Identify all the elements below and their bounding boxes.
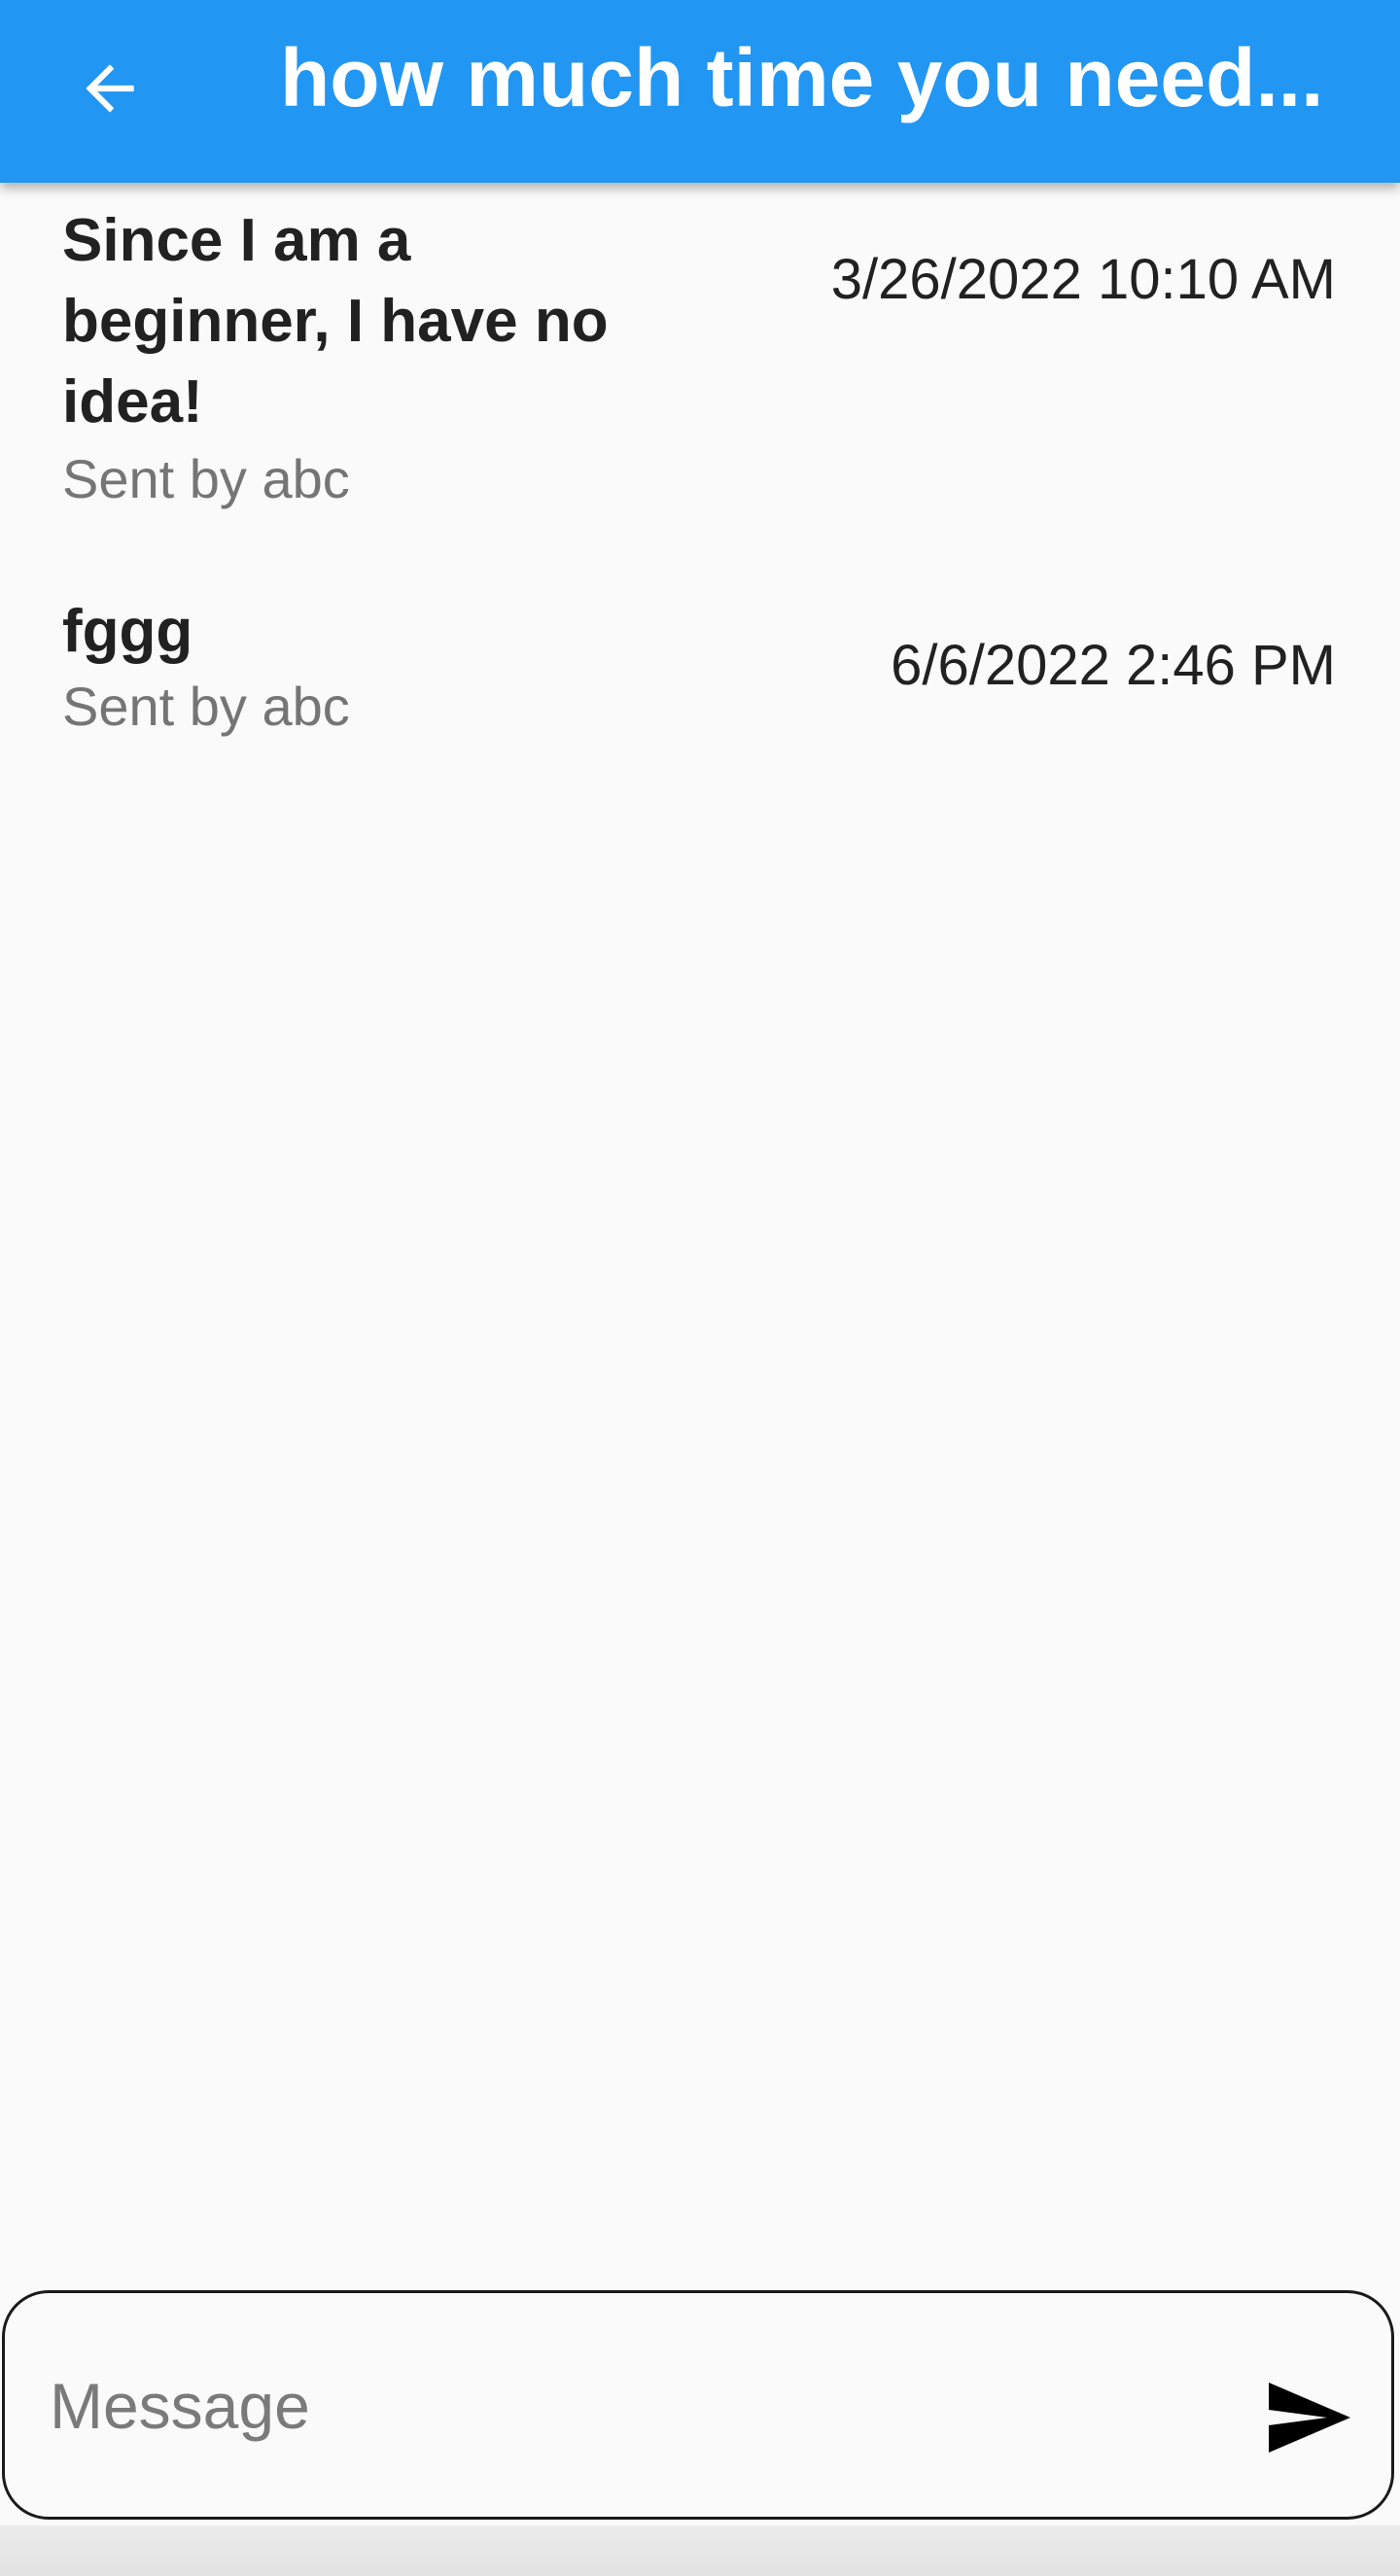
message-timestamp: 3/26/2022 10:10 AM (830, 248, 1336, 311)
message-item[interactable]: fggg Sent by abc 6/6/2022 2:46 PM (0, 572, 1400, 824)
bottom-edge (0, 2525, 1400, 2576)
message-sender: Sent by abc (62, 448, 350, 509)
message-list: Since I am a beginner, I have no idea! S… (0, 183, 1400, 572)
message-sender: Sent by abc (62, 676, 350, 737)
send-icon (1269, 2383, 1350, 2453)
chat-screen: how much time you need... Since I am a b… (0, 0, 1400, 2576)
arrow-back-icon (86, 64, 134, 113)
message-timestamp: 6/6/2022 2:46 PM (891, 634, 1336, 697)
send-button[interactable] (1259, 2369, 1356, 2466)
back-button[interactable] (52, 31, 167, 146)
message-text: Since I am a beginner, I have no idea! (62, 207, 609, 435)
message-item[interactable]: Since I am a beginner, I have no idea! S… (0, 183, 1400, 572)
message-input-box (2, 2290, 1394, 2520)
message-text: fggg (62, 598, 193, 665)
page-title: how much time you need... (280, 32, 1324, 123)
message-input[interactable] (48, 2332, 1199, 2480)
app-bar: how much time you need... (0, 0, 1400, 183)
